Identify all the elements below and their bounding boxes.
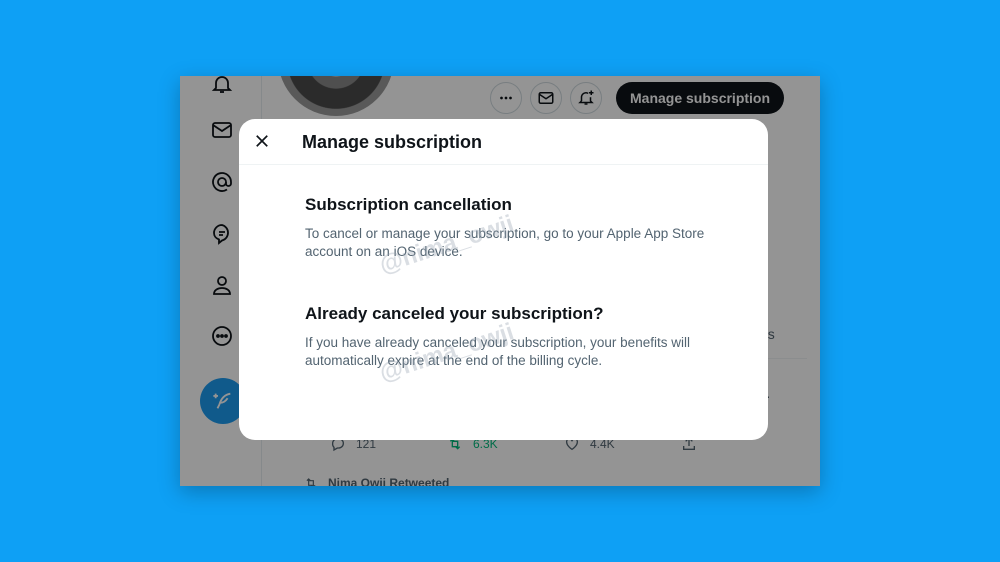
section-heading: Already canceled your subscription? xyxy=(305,304,604,323)
dialog-header: Manage subscription xyxy=(239,119,768,165)
close-button[interactable] xyxy=(249,128,275,154)
close-icon xyxy=(256,135,268,147)
already-canceled-section: Already canceled your subscription? If y… xyxy=(305,304,725,370)
section-body: To cancel or manage your subscription, g… xyxy=(305,226,705,259)
section-heading: Subscription cancellation xyxy=(305,195,512,214)
section-body: If you have already canceled your subscr… xyxy=(305,335,690,368)
manage-subscription-dialog: Manage subscription Subscription cancell… xyxy=(239,119,768,440)
cancellation-section: Subscription cancellation To cancel or m… xyxy=(305,195,725,261)
dialog-title: Manage subscription xyxy=(302,132,483,152)
